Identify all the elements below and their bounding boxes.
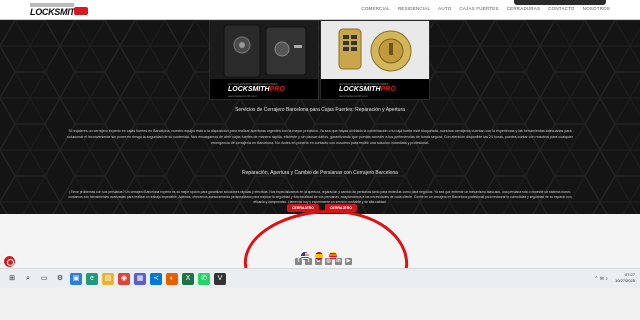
section-body-blinds: ¿Tiene problemas con sus persianas? Un c… [68,190,572,205]
logo-badge [74,7,88,15]
nav-item-cajas-fuertes[interactable]: CAJAS FUERTES [459,6,498,11]
task-view-icon[interactable]: ▭ [38,273,50,285]
nav-item-auto[interactable]: AUTO [438,6,451,11]
search-icon[interactable]: ⌕ [22,273,34,285]
section-title-safes: Servicios de Cerrajero Barcelona para Ca… [235,107,405,113]
section-title-blinds: Reparación, Apertura y Cambio de Persian… [242,170,398,176]
explorer-icon[interactable]: ▤ [102,273,114,285]
site-logo[interactable]: LOCKSMITH [30,3,90,17]
safe-photo [210,21,318,79]
nav-item-comercial[interactable]: COMERCIAL [361,6,390,11]
image-brand-strip: ACTUALIZANDO CERROJOS PARA LOCKSMITHPRO … [321,79,429,99]
chat-widget-button[interactable] [3,255,16,268]
section-body-safes: Si requieres un cerrajero experto en caj… [66,129,574,145]
nav-item-nosotros[interactable]: NOSOTROS [583,6,610,11]
image-brand-strip: ACTUALIZANDO CERROJOS PARA LOCKSMITHPRO … [210,79,318,99]
nav-item-cerraduras[interactable]: CERRADURAS [507,6,541,11]
terminal-icon[interactable]: V [214,273,226,285]
lock-service-image: ACTUALIZANDO CERROJOS PARA LOCKSMITHPRO … [320,20,430,100]
lock-photo [321,21,429,79]
notification-overlay [514,0,606,5]
settings-icon[interactable]: ⚙ [54,273,66,285]
image-brand-text: LOCKSMITHPRO [228,86,285,93]
os-taskbar: ⊞ ⌕ ▭ ⚙ ▣ e ▤ ◉ ▦ ≺ ◐ X ✆ V ⌃ ✉ ♪ 07:27 … [0,268,640,320]
main-nav: COMERCIAL RESIDENCIAL AUTO CAJAS FUERTES… [361,6,610,11]
excel-icon[interactable]: X [182,273,194,285]
clock-date: 10/27/2025 [614,278,635,283]
image-caption-bottom: www.lockersmith.com [339,94,368,98]
safe-service-image: ACTUALIZANDO CERROJOS PARA LOCKSMITHPRO … [209,20,319,100]
app-icon[interactable]: ▦ [134,273,146,285]
taskbar-strip: ⊞ ⌕ ▭ ⚙ ▣ e ▤ ◉ ▦ ≺ ◐ X ✆ V ⌃ ✉ ♪ 07:27 … [0,268,640,288]
edge-icon[interactable]: e [86,273,98,285]
main-content: ACTUALIZANDO CERROJOS PARA LOCKSMITHPRO … [0,20,640,214]
chrome-icon[interactable]: ◉ [118,273,130,285]
image-caption-bottom: www.lockersmith.com [228,94,257,98]
image-brand-text: LOCKSMITHPRO [339,86,396,93]
whatsapp-icon[interactable]: ✆ [198,273,210,285]
taskbar-clock[interactable]: 07:27 10/27/2025 [615,272,635,284]
nav-item-residencial[interactable]: RESIDENCIAL [398,6,430,11]
store-icon[interactable]: ▣ [70,273,82,285]
firefox-icon[interactable]: ◐ [166,273,178,285]
vscode-icon[interactable]: ≺ [150,273,162,285]
windows-start-icon[interactable]: ⊞ [6,273,18,285]
system-tray[interactable]: ⌃ ✉ ♪ [594,276,608,282]
nav-item-contacto[interactable]: CONTACTO [548,6,574,11]
site-header: LOCKSMITH COMERCIAL RESIDENCIAL AUTO CAJ… [0,0,640,20]
